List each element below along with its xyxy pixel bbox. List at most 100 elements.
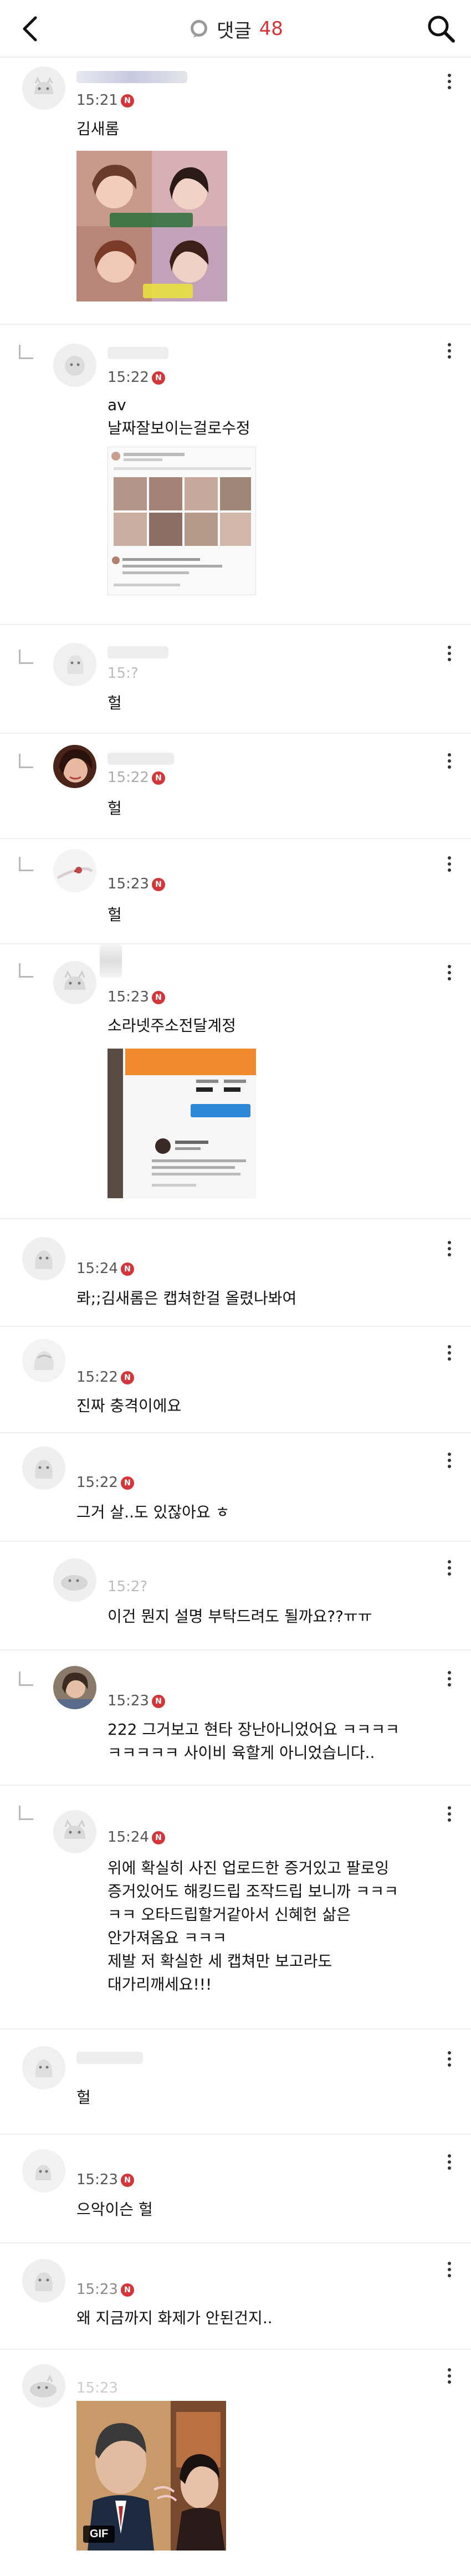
comment-time: 15:23: [107, 1693, 149, 1709]
avatar[interactable]: [22, 2149, 65, 2192]
comment-item: 15:24 N 위에 확실히 사진 업로드한 증거있고 팔로잉 증거있어도 해킹…: [0, 1785, 471, 2028]
comment-item: 15:22 N 진짜 충격이에요: [0, 1326, 471, 1432]
new-badge: N: [152, 771, 165, 785]
comment-gif[interactable]: GIF: [76, 2401, 226, 2551]
avatar[interactable]: [22, 1237, 65, 1280]
more-options-icon[interactable]: [437, 748, 462, 774]
comments-title: 댓글 48: [0, 16, 471, 42]
more-options-icon[interactable]: [437, 1666, 462, 1691]
comment-text: 김새롬: [76, 120, 120, 138]
comment-time: 15:24: [76, 1260, 118, 1277]
comment-time: 15:23: [76, 2380, 118, 2396]
top-bar: 댓글 48: [0, 0, 471, 58]
more-options-icon[interactable]: [437, 641, 462, 666]
more-options-icon[interactable]: [437, 1555, 462, 1581]
comment-time: 15:23: [76, 2171, 118, 2188]
nickname-blurred: [100, 944, 122, 978]
avatar[interactable]: [53, 1558, 96, 1602]
more-options-icon[interactable]: [437, 2046, 462, 2072]
avatar[interactable]: [53, 1666, 96, 1709]
avatar[interactable]: [53, 961, 96, 1004]
comment-text: 소라넷주소전달계정: [107, 1016, 236, 1035]
comment-item: 15:? 헐: [0, 624, 471, 733]
page-title: 댓글: [217, 19, 252, 42]
reply-indicator-icon: [19, 1806, 33, 1820]
more-options-icon[interactable]: [437, 1340, 462, 1366]
nickname-blurred: [76, 2052, 143, 2064]
more-options-icon[interactable]: [437, 338, 462, 364]
comment-time: 15:22: [76, 1474, 118, 1491]
comment-image[interactable]: [107, 1049, 256, 1198]
comment-item: 15:22 N 그거 살..도 있잖아요 ㅎ: [0, 1432, 471, 1541]
comment-time: 15:?: [107, 665, 139, 682]
comment-text: 왜 지금까지 화제가 안된건지..: [76, 2309, 273, 2327]
comment-item: 15:24 N 롸;;김새롬은 캡쳐한걸 올렸나봐여: [0, 1218, 471, 1326]
more-options-icon[interactable]: [437, 960, 462, 985]
comment-text: av 날짜잘보이는걸로수정: [107, 396, 250, 437]
comment-time: 15:23: [107, 876, 149, 892]
more-options-icon[interactable]: [437, 2257, 462, 2282]
avatar[interactable]: [22, 2364, 65, 2408]
comment-item: 15:22 N av 날짜잘보이는걸로수정: [0, 324, 471, 624]
comment-time: 15:21: [76, 92, 118, 109]
comment-text: 롸;;김새롬은 캡쳐한걸 올렸나봐여: [76, 1289, 297, 1307]
comment-text: 이건 뭔지 설명 부탁드려도 될까요??ㅠㅠ: [107, 1607, 372, 1626]
new-badge: N: [152, 878, 165, 891]
nickname-blurred: [107, 347, 168, 359]
avatar[interactable]: [22, 1339, 65, 1382]
reply-indicator-icon: [19, 963, 33, 978]
comment-item: 15:23 N 왜 지금까지 화제가 안된건지..: [0, 2242, 471, 2349]
comment-text: 헐: [107, 694, 122, 712]
new-badge: N: [121, 2283, 134, 2297]
comment-item: 15:21 N 김새롬: [0, 58, 471, 324]
avatar[interactable]: [53, 344, 96, 387]
new-badge: N: [152, 371, 165, 385]
reply-indicator-icon: [19, 650, 33, 664]
comment-text: 222 그거보고 현타 장난아니었어요 ㅋㅋㅋㅋ ㅋㅋㅋㅋㅋ 사이비 육할게 아…: [107, 1720, 400, 1762]
more-options-icon[interactable]: [437, 851, 462, 877]
comment-image[interactable]: [76, 151, 227, 301]
avatar[interactable]: [53, 1810, 96, 1853]
comment-time: 15:22: [76, 1369, 118, 1386]
comment-text: 그거 살..도 있잖아요 ㅎ: [76, 1503, 230, 1521]
more-options-icon[interactable]: [437, 1236, 462, 1261]
more-options-icon[interactable]: [437, 1801, 462, 1827]
comment-text: 으악이슨 헐: [76, 2200, 153, 2219]
nickname-blurred: [76, 71, 187, 83]
avatar[interactable]: [53, 643, 96, 686]
comment-item: 15:23 N 헐: [0, 838, 471, 943]
more-options-icon[interactable]: [437, 2363, 462, 2389]
comment-item: 15:23 N 으악이슨 헐: [0, 2134, 471, 2242]
more-options-icon[interactable]: [437, 69, 462, 94]
comment-item: 15:2? 이건 뭔지 설명 부탁드려도 될까요??ㅠㅠ: [0, 1541, 471, 1649]
avatar[interactable]: [22, 1447, 65, 1490]
more-options-icon[interactable]: [437, 1448, 462, 1473]
avatar[interactable]: [53, 745, 96, 788]
avatar[interactable]: [22, 2259, 65, 2302]
avatar[interactable]: [53, 849, 96, 892]
comment-time: 15:23: [76, 2281, 118, 2298]
more-options-icon[interactable]: [437, 2149, 462, 2175]
comment-time: 15:2?: [107, 1578, 148, 1595]
comment-text: 위에 확실히 사진 업로드한 증거있고 팔로잉 증거있어도 해킹드립 조작드립 …: [107, 1859, 399, 1994]
comment-item: 15:22 N 헐: [0, 733, 471, 838]
search-icon[interactable]: [424, 12, 458, 45]
new-badge: N: [121, 1263, 134, 1276]
comment-text: 진짜 충격이에요: [76, 1397, 182, 1415]
reply-indicator-icon: [19, 857, 33, 871]
new-badge: N: [121, 2174, 134, 2187]
comment-text: 헐: [107, 799, 122, 817]
comment-item: 15:23 N 소라넷주소전달계정: [0, 943, 471, 1218]
comment-time: 15:24: [107, 1829, 149, 1846]
avatar[interactable]: [22, 67, 65, 110]
new-badge: N: [152, 1695, 165, 1708]
reply-indicator-icon: [19, 754, 33, 768]
avatar[interactable]: [22, 2046, 65, 2089]
comment-image[interactable]: [107, 447, 256, 595]
nickname-blurred: [107, 753, 174, 765]
comment-item: 헐: [0, 2028, 471, 2134]
gif-badge: GIF: [83, 2526, 115, 2543]
new-badge: N: [121, 94, 134, 108]
new-badge: N: [121, 1371, 134, 1384]
new-badge: N: [152, 991, 165, 1004]
